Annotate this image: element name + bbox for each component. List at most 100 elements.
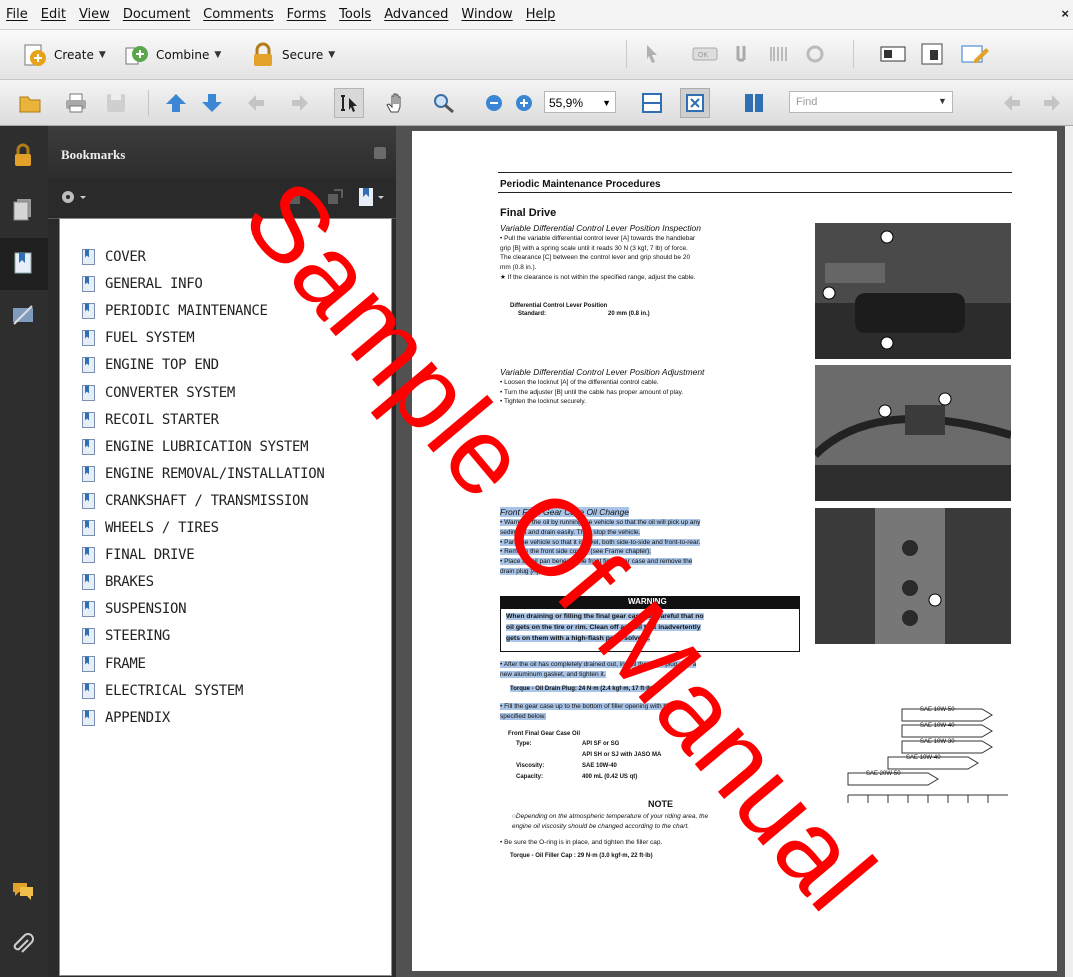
save-icon[interactable] [104, 92, 128, 114]
bookmark-label: APPENDIX [105, 709, 171, 726]
list-view-icon[interactable] [879, 44, 907, 64]
bookmark-item[interactable]: FRAME [82, 655, 146, 672]
bookmark-label: STEERING [105, 628, 171, 645]
delete-bookmark-icon[interactable] [286, 188, 304, 206]
toolbar-divider [148, 90, 149, 116]
bookmark-item[interactable]: CONVERTER SYSTEM [82, 384, 235, 401]
bookmark-item[interactable]: ENGINE TOP END [82, 357, 219, 374]
zoom-tool-icon[interactable] [432, 92, 456, 114]
bookmark-item[interactable]: SUSPENSION [82, 601, 187, 618]
zoom-in-icon[interactable] [512, 92, 536, 114]
svg-text:OK: OK [698, 52, 708, 59]
bookmarks-header: Bookmarks [48, 126, 396, 178]
hand-tool-icon[interactable] [384, 92, 408, 114]
edit-form-icon[interactable] [960, 42, 990, 66]
bookmarks-toolbar [48, 178, 396, 219]
bookmark-icon [82, 411, 95, 428]
pages-icon[interactable] [10, 196, 36, 222]
find-next-icon[interactable] [1040, 92, 1064, 114]
attach-icon[interactable] [804, 43, 826, 65]
menu-advanced[interactable]: Advanced [384, 7, 448, 22]
menu-file[interactable]: File [6, 7, 28, 22]
forward-icon[interactable] [288, 92, 312, 114]
bookmark-label: FUEL SYSTEM [105, 330, 195, 347]
chevron-down-icon[interactable]: ▼ [602, 92, 611, 114]
chevron-down-icon[interactable]: ▼ [938, 96, 947, 106]
lock-icon [254, 42, 272, 66]
page-text: • Park the vehicle so that it is level, … [500, 538, 701, 546]
bookmark-item[interactable]: FUEL SYSTEM [82, 330, 195, 347]
bookmark-item[interactable]: ENGINE REMOVAL/INSTALLATION [82, 465, 325, 482]
expand-bookmark-icon[interactable] [326, 188, 344, 206]
print-icon[interactable] [64, 92, 88, 114]
previous-page-icon[interactable] [164, 92, 188, 114]
menu-view[interactable]: View [79, 7, 110, 22]
bookmark-icon [82, 601, 95, 618]
back-icon[interactable] [244, 92, 268, 114]
bookmark-item[interactable]: CRANKSHAFT / TRANSMISSION [82, 492, 309, 509]
subsection-title: Variable Differential Control Lever Posi… [500, 223, 701, 233]
menu-comments[interactable]: Comments [203, 7, 273, 22]
select-tool-button[interactable] [334, 88, 364, 118]
signature-icon[interactable] [10, 302, 36, 328]
zoom-level-input[interactable]: 55,9% ▼ [544, 91, 616, 113]
bookmark-item[interactable]: RECOIL STARTER [82, 411, 219, 428]
page-icon[interactable] [920, 42, 946, 66]
bookmarks-tab[interactable] [0, 238, 48, 290]
bookmark-item[interactable]: ENGINE LUBRICATION SYSTEM [82, 438, 309, 455]
combine-button[interactable]: Combine ▼ [124, 42, 221, 68]
bookmark-item[interactable]: STEERING [82, 628, 171, 645]
bookmark-item[interactable]: ELECTRICAL SYSTEM [82, 682, 244, 699]
create-button[interactable]: Create ▼ [22, 42, 106, 68]
menu-window[interactable]: Window [461, 7, 512, 22]
page-text: gets on them with a high-flash point sol… [506, 635, 650, 642]
page-text: The clearance [C] between the control le… [500, 254, 691, 261]
viscosity-label: SAE 10W-30 [920, 739, 955, 745]
comment-icon[interactable] [10, 878, 36, 904]
attachment-icon[interactable] [10, 932, 36, 958]
page-text: new aluminum gasket, and tighten it. [500, 670, 606, 678]
zoom-out-icon[interactable] [482, 92, 506, 114]
bookmark-icon [82, 465, 95, 482]
bookmark-item[interactable]: GENERAL INFO [82, 276, 203, 293]
form-field-icon[interactable]: OK [692, 45, 718, 63]
next-page-icon[interactable] [200, 92, 224, 114]
bookmark-item[interactable]: WHEELS / TIRES [82, 520, 219, 536]
find-input[interactable]: Find [789, 91, 953, 113]
bookmark-label: COVER [105, 249, 146, 265]
page-text: Torque - Oil Drain Plug: 24 N·m (2.4 kgf… [510, 686, 654, 692]
text-field-icon[interactable] [734, 43, 756, 65]
new-bookmark-icon[interactable] [356, 186, 386, 208]
bookmark-item[interactable]: APPENDIX [82, 709, 171, 726]
find-previous-icon[interactable] [1000, 92, 1024, 114]
subsection-title: Variable Differential Control Lever Posi… [500, 367, 705, 377]
collapse-panel-button[interactable] [374, 147, 386, 159]
bookmark-item[interactable]: BRAKES [82, 574, 154, 591]
page-text: • Place an oil pan beneath the front fin… [500, 558, 693, 566]
menu-help[interactable]: Help [526, 7, 556, 22]
lock-icon[interactable] [10, 142, 36, 168]
open-folder-icon[interactable] [18, 92, 42, 114]
select-arrow-icon[interactable] [643, 43, 663, 65]
bookmark-item[interactable]: PERIODIC MAINTENANCE [82, 303, 268, 320]
bookmark-label: ENGINE TOP END [105, 357, 219, 374]
page-text: 20 mm (0.8 in.) [608, 311, 650, 317]
fit-width-icon[interactable] [640, 92, 664, 114]
options-gear-icon[interactable] [60, 188, 88, 206]
barcode-icon[interactable] [768, 43, 790, 65]
bookmark-item[interactable]: COVER [82, 249, 146, 265]
two-page-view-icon[interactable] [742, 92, 766, 114]
vertical-scrollbar[interactable] [1065, 126, 1073, 977]
task-toolbar: Create ▼ Combine ▼ Secure ▼ OK [0, 30, 1073, 80]
page-text: Torque - Oil Filler Cap : 29 N·m (3.0 kg… [510, 853, 653, 859]
close-icon[interactable]: × [1061, 6, 1069, 21]
fit-page-button[interactable] [680, 88, 710, 118]
secure-button[interactable]: Secure ▼ [250, 42, 335, 68]
menu-tools[interactable]: Tools [339, 7, 371, 22]
menu-forms[interactable]: Forms [287, 7, 327, 22]
bookmark-item[interactable]: FINAL DRIVE [82, 547, 195, 564]
menu-document[interactable]: Document [123, 7, 190, 22]
combine-files-icon [125, 46, 148, 65]
page-text: Front Final Gear Case Oil [508, 731, 581, 737]
menu-edit[interactable]: Edit [41, 7, 66, 22]
